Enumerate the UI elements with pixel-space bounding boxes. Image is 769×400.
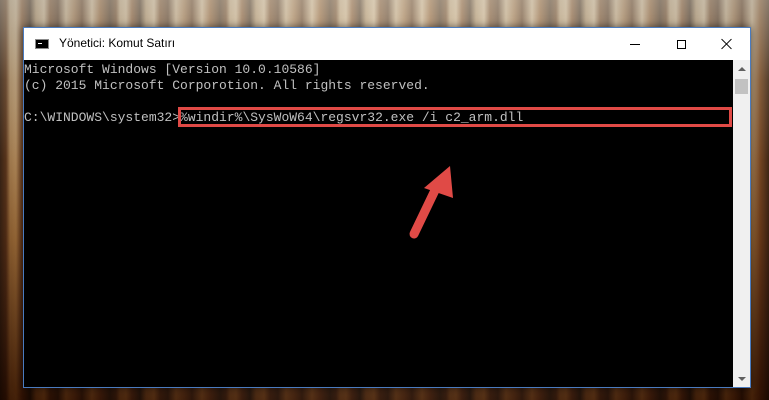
title-bar[interactable]: Yönetici: Komut Satırı — [24, 28, 750, 60]
vertical-scrollbar[interactable] — [733, 60, 750, 387]
arrow-pointer-icon — [409, 166, 453, 239]
console-output[interactable]: Microsoft Windows [Version 10.0.10586] (… — [24, 60, 733, 387]
scroll-down-button[interactable] — [733, 370, 750, 387]
window-title: Yönetici: Komut Satırı — [59, 36, 176, 50]
command-prompt-icon — [35, 39, 49, 49]
maximize-button[interactable] — [658, 28, 704, 60]
command-prompt-window[interactable]: Yönetici: Komut Satırı Microsoft Windows… — [23, 27, 751, 388]
scroll-thumb[interactable] — [735, 79, 748, 94]
chevron-up-icon — [737, 66, 746, 71]
scroll-up-button[interactable] — [733, 60, 750, 77]
maximize-icon — [676, 39, 686, 49]
console-line-version: Microsoft Windows [Version 10.0.10586] — [24, 62, 321, 77]
command-highlight-box — [178, 107, 732, 127]
console-line-copyright: (c) 2015 Microsoft Corporotion. All righ… — [24, 78, 430, 93]
close-button[interactable] — [704, 28, 750, 60]
minimize-button[interactable] — [612, 28, 658, 60]
chevron-down-icon — [737, 376, 746, 381]
console-prompt: C:\WINDOWS\system32> — [24, 110, 181, 125]
minimize-icon — [630, 43, 640, 45]
close-icon — [721, 38, 733, 50]
